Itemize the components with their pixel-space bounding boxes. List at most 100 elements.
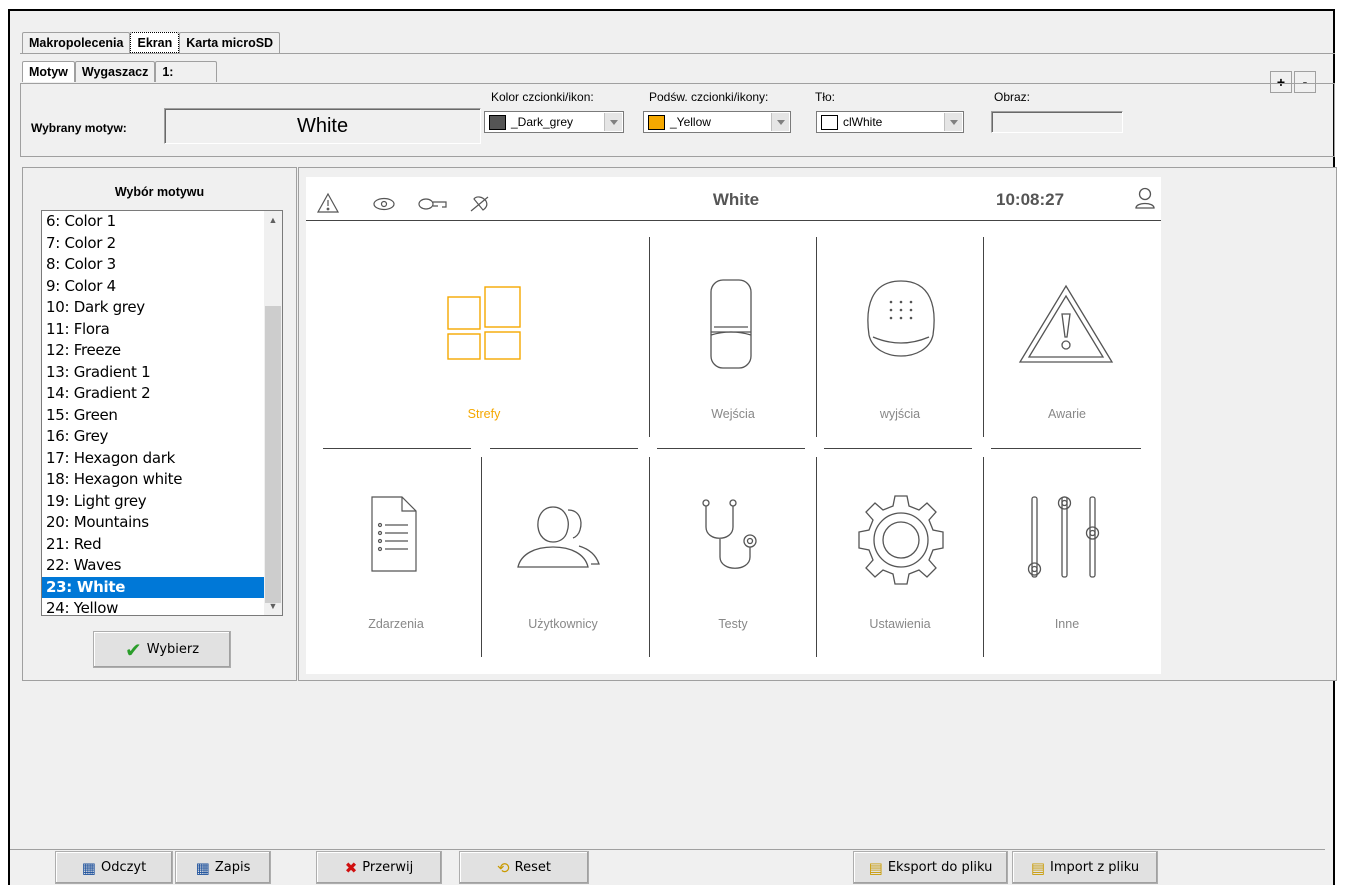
tab-motyw[interactable]: Motyw	[22, 61, 75, 82]
list-item[interactable]: 20: Mountains	[42, 512, 264, 534]
highlight-label: Podśw. czcionki/ikony:	[649, 90, 769, 104]
chevron-down-icon[interactable]	[771, 113, 789, 131]
list-item[interactable]: 24: Yellow	[42, 598, 264, 615]
list-item[interactable]: 12: Freeze	[42, 340, 264, 362]
list-item[interactable]: 19: Light grey	[42, 491, 264, 513]
grid-line	[983, 457, 984, 657]
main-window: Makropolecenia Ekran Karta microSD Motyw…	[8, 9, 1337, 885]
font-color-value: _Dark_grey	[511, 115, 574, 129]
tab-ekran[interactable]: Ekran	[130, 32, 180, 53]
document-icon	[371, 496, 417, 572]
sliders-icon	[1027, 496, 1100, 578]
grid-line	[481, 457, 482, 657]
grid-line	[649, 457, 650, 657]
bell-icon	[470, 196, 489, 212]
preview-title: White	[712, 190, 760, 209]
image-field[interactable]	[991, 111, 1123, 133]
list-item[interactable]: 8: Color 3	[42, 254, 264, 276]
abort-button[interactable]: ✖ Przerwij	[316, 851, 442, 884]
tile-strefy-label: Strefy	[467, 407, 501, 421]
warning-icon	[316, 192, 340, 213]
font-color-select[interactable]: _Dark_grey	[484, 111, 624, 133]
import-button[interactable]: ▤ Import z pliku	[1012, 851, 1158, 884]
list-item[interactable]: 6: Color 1	[42, 211, 264, 233]
grid-line	[816, 237, 817, 437]
chevron-down-icon[interactable]	[604, 113, 622, 131]
background-swatch	[821, 114, 838, 130]
list-item[interactable]: 7: Color 2	[42, 233, 264, 255]
chevron-down-icon[interactable]	[944, 113, 962, 131]
sub-tabs: Motyw Wygaszacz 1:	[22, 61, 218, 83]
siren-icon	[867, 280, 935, 357]
theme-settings-panel: Wybrany motyw: White Kolor czcionki/ikon…	[20, 83, 1335, 157]
grid-line	[824, 448, 972, 449]
header-divider	[306, 220, 1161, 221]
theme-list-title: Wybór motywu	[114, 185, 205, 199]
user-icon	[1135, 187, 1155, 209]
list-item[interactable]: 16: Grey	[42, 426, 264, 448]
highlight-select[interactable]: _Yellow	[643, 111, 791, 133]
list-item[interactable]: 17: Hexagon dark	[42, 448, 264, 470]
theme-listbox[interactable]: 6: Color 1 7: Color 2 8: Color 3 9: Color 4…	[41, 210, 283, 616]
grid-line	[816, 457, 817, 657]
tile-testy-label: Testy	[718, 617, 748, 631]
tab-wygaszacz[interactable]: Wygaszacz	[74, 61, 156, 82]
reset-button[interactable]: ⟲ Reset	[459, 851, 589, 884]
read-button[interactable]: ▦ Odczyt	[55, 851, 173, 884]
grid-line	[983, 237, 984, 437]
header-icons	[316, 192, 489, 213]
tab-karta-microsd[interactable]: Karta microSD	[179, 32, 281, 53]
scroll-down-icon[interactable]: ▼	[264, 597, 282, 615]
folder-import-icon: ▤	[1030, 858, 1046, 877]
divider	[20, 53, 1335, 54]
select-theme-button[interactable]: ✔ Wybierz	[93, 631, 231, 668]
scrollbar[interactable]: ▲ ▼	[264, 211, 282, 615]
list-item[interactable]: 13: Gradient 1	[42, 362, 264, 384]
tile-wejscia-label: Wejścia	[711, 407, 755, 421]
list-item[interactable]: 11: Flora	[42, 319, 264, 341]
reset-icon: ⟲	[497, 858, 510, 877]
background-select[interactable]: clWhite	[816, 111, 964, 133]
selected-theme-value: White	[164, 108, 481, 144]
highlight-swatch	[648, 114, 665, 130]
image-label: Obraz:	[994, 90, 1031, 104]
tab-1[interactable]: 1:	[155, 61, 218, 82]
list-item[interactable]: 23: White	[42, 576, 264, 598]
import-label: Import z pliku	[1050, 860, 1140, 875]
list-item[interactable]: 9: Color 4	[42, 276, 264, 298]
close-icon: ✖	[344, 858, 358, 877]
tile-uzytkownicy-label: Użytkownicy	[528, 617, 598, 631]
write-button[interactable]: ▦ Zapis	[175, 851, 271, 884]
highlight-value: _Yellow	[670, 115, 711, 129]
read-label: Odczyt	[100, 860, 147, 875]
font-color-label: Kolor czcionki/ikon:	[491, 90, 594, 104]
grid-line	[323, 448, 471, 449]
calculator-icon: ▦	[195, 858, 210, 877]
keypad-screen-preview: White 10:08:27 Strefy Wejścia wyjścia Aw…	[306, 177, 1161, 674]
export-button[interactable]: ▤ Eksport do pliku	[853, 851, 1008, 884]
users-icon	[517, 506, 600, 568]
tile-awarie-label: Awarie	[1048, 407, 1086, 421]
selected-theme-label: Wybrany motyw:	[31, 121, 127, 135]
grid-line	[991, 448, 1141, 449]
scroll-up-icon[interactable]: ▲	[264, 211, 282, 229]
list-item[interactable]: 14: Gradient 2	[42, 383, 264, 405]
list-item[interactable]: 22: Waves	[42, 555, 264, 577]
list-item[interactable]: 10: Dark grey	[42, 297, 264, 319]
list-item[interactable]: 18: Hexagon white	[42, 469, 264, 491]
tile-zdarzenia-label: Zdarzenia	[368, 617, 424, 631]
stethoscope-icon	[702, 499, 757, 569]
preview-time: 10:08:27	[996, 190, 1065, 209]
tab-makropolecenia[interactable]: Makropolecenia	[22, 32, 131, 53]
tile-wyjscia-label: wyjścia	[879, 407, 921, 421]
bottom-divider	[10, 849, 1325, 850]
gear-icon	[858, 495, 944, 585]
font-color-swatch	[489, 114, 506, 130]
detector-icon	[710, 279, 752, 369]
list-item[interactable]: 15: Green	[42, 405, 264, 427]
zones-icon	[447, 286, 521, 360]
tile-inne-label: Inne	[1054, 617, 1080, 631]
list-item[interactable]: 21: Red	[42, 534, 264, 556]
scroll-thumb[interactable]	[265, 306, 281, 603]
write-label: Zapis	[214, 860, 251, 875]
